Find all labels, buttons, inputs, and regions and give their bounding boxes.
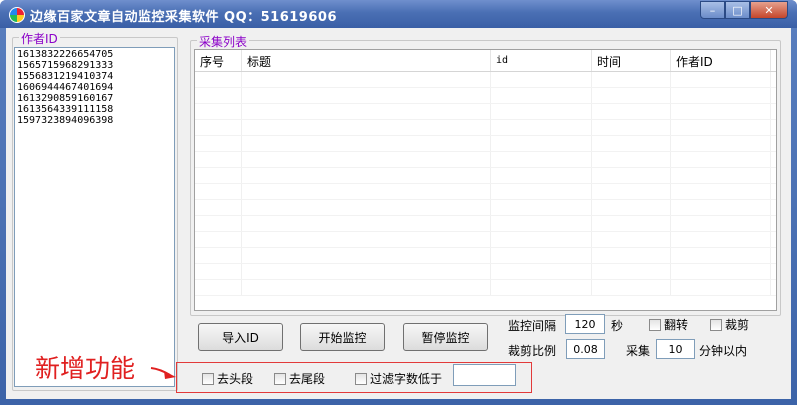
author-id-item[interactable]: 1613564339111158 [17, 104, 172, 115]
maximize-button[interactable]: □ [725, 1, 750, 19]
flip-checkbox[interactable]: 翻转 [649, 316, 688, 333]
collect-minutes-input[interactable]: 10 [656, 339, 695, 359]
author-id-item[interactable]: 1613832226654705 [17, 49, 172, 60]
remove-tail-checkbox-box[interactable] [274, 372, 286, 385]
remove-tail-checkbox[interactable]: 去尾段 [274, 370, 325, 387]
title-bar[interactable]: 边缘百家文章自动监控采集软件 QQ：51619606 – □ ✕ [0, 0, 797, 28]
author-id-item[interactable]: 1556831219410374 [17, 71, 172, 82]
table-row [195, 280, 776, 296]
author-id-group-title: 作者ID [19, 30, 60, 47]
table-row [195, 216, 776, 232]
author-id-item[interactable]: 1613290859160167 [17, 93, 172, 104]
author-id-item[interactable]: 1606944467401694 [17, 82, 172, 93]
window-title: 边缘百家文章自动监控采集软件 QQ：51619606 [30, 10, 337, 25]
close-button[interactable]: ✕ [750, 1, 788, 19]
window-controls: – □ ✕ [700, 1, 788, 19]
table-row [195, 104, 776, 120]
flip-checkbox-label: 翻转 [664, 318, 689, 332]
filter-word-count-input[interactable] [453, 364, 516, 386]
crop-ratio-input[interactable]: 0.08 [566, 339, 605, 359]
column-header-author-id[interactable]: 作者ID [671, 50, 771, 71]
annotation-arrow-icon [150, 367, 176, 379]
new-features-annotation: 新增功能 [35, 354, 136, 383]
pause-monitor-button[interactable]: 暂停监控 [403, 323, 488, 351]
table-row [195, 136, 776, 152]
column-header-index[interactable]: 序号 [195, 50, 242, 71]
filter-word-count-checkbox-box[interactable] [355, 372, 367, 385]
collect-list-table[interactable]: 序号 标题 id 时间 作者ID [194, 49, 777, 311]
minimize-button[interactable]: – [700, 1, 725, 19]
filter-word-count-label: 过滤字数低于 [370, 372, 443, 386]
remove-head-label: 去头段 [217, 372, 254, 386]
flip-checkbox-box[interactable] [649, 318, 661, 331]
collect-label: 采集 [626, 344, 651, 358]
table-body [195, 72, 776, 296]
collect-list-group-title: 采集列表 [197, 33, 250, 50]
app-icon [9, 7, 25, 23]
start-monitor-button[interactable]: 开始监控 [300, 323, 385, 351]
filter-word-count-checkbox[interactable]: 过滤字数低于 [355, 370, 442, 387]
table-row [195, 232, 776, 248]
crop-checkbox-box[interactable] [710, 318, 722, 331]
table-row [195, 248, 776, 264]
table-row [195, 152, 776, 168]
crop-ratio-label: 裁剪比例 [508, 344, 557, 358]
table-row [195, 264, 776, 280]
remove-head-checkbox[interactable]: 去头段 [202, 370, 253, 387]
author-id-item[interactable]: 1597323894096398 [17, 115, 172, 126]
table-header: 序号 标题 id 时间 作者ID [195, 50, 776, 72]
table-row [195, 88, 776, 104]
table-row [195, 184, 776, 200]
author-id-item[interactable]: 1565715968291333 [17, 60, 172, 71]
interval-unit: 秒 [611, 319, 624, 333]
author-id-list[interactable]: 1613832226654705 1565715968291333 155683… [14, 47, 175, 387]
remove-head-checkbox-box[interactable] [202, 372, 214, 385]
table-row [195, 200, 776, 216]
column-header-time[interactable]: 时间 [592, 50, 671, 71]
interval-input[interactable]: 120 [565, 314, 605, 334]
interval-label: 监控间隔 [508, 319, 557, 333]
crop-checkbox-label: 裁剪 [725, 318, 750, 332]
column-header-id[interactable]: id [491, 50, 592, 71]
table-row [195, 168, 776, 184]
column-header-title[interactable]: 标题 [242, 50, 491, 71]
table-row [195, 72, 776, 88]
collect-unit: 分钟以内 [699, 344, 748, 358]
import-id-button[interactable]: 导入ID [198, 323, 283, 351]
table-row [195, 120, 776, 136]
remove-tail-label: 去尾段 [289, 372, 326, 386]
crop-checkbox[interactable]: 裁剪 [710, 316, 749, 333]
